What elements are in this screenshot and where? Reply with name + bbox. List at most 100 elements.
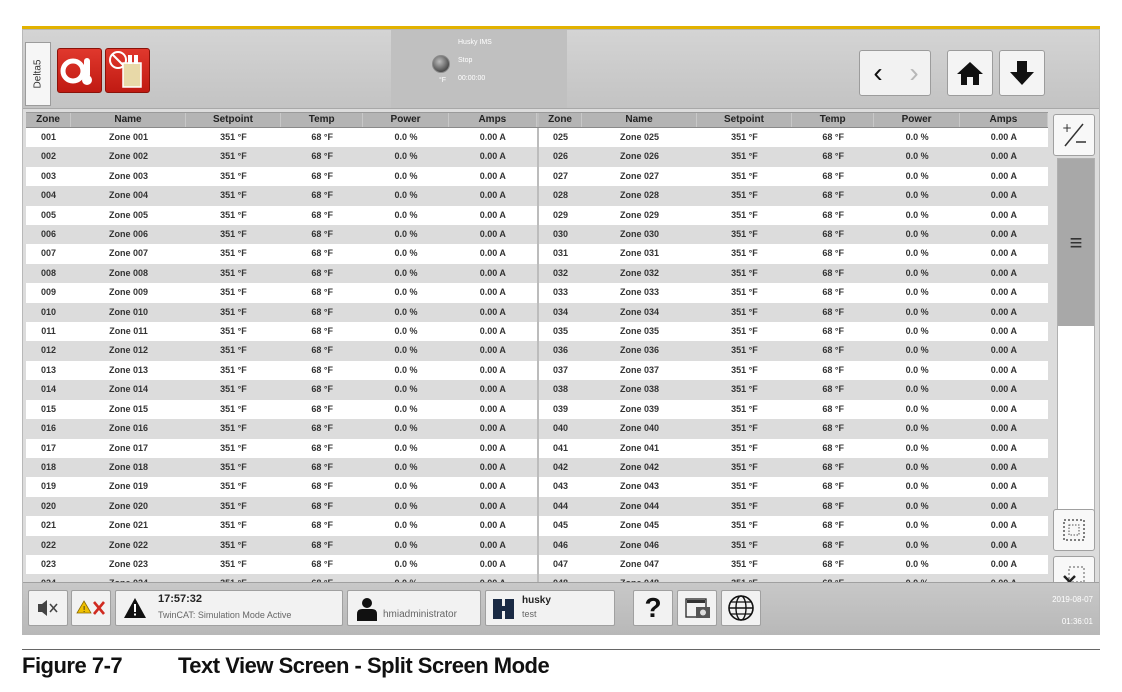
table-row[interactable]: 007 Zone 007 351 °F 68 °F 0.0 % 0.00 A 031 Zone…	[26, 244, 1048, 264]
cell-power: 0.0 %	[394, 500, 418, 511]
user-login-button[interactable]: hmiadministrator	[347, 590, 481, 626]
cell-name: Zone 001	[108, 132, 148, 142]
table-row[interactable]: 022 Zone 022 351 °F 68 °F 0.0 % 0.00 A 046 Zone…	[26, 535, 1048, 555]
cell-temp: 68 °F	[822, 558, 845, 569]
heats-alarm-button[interactable]	[57, 48, 102, 93]
cell-name: Zone 016	[108, 423, 148, 434]
cell-temp: 68 °F	[311, 403, 333, 414]
table-row[interactable]: 011 Zone 011 351 °F 68 °F 0.0 % 0.00 A 035 Zone…	[26, 322, 1048, 342]
grip-lines-icon: ≡	[1069, 229, 1083, 255]
home-button[interactable]	[947, 50, 993, 96]
table-row[interactable]: 018 Zone 018 351 °F 68 °F 0.0 % 0.00 A 042 Zone…	[26, 457, 1048, 478]
cell-setpoint: 351 °F	[220, 558, 247, 569]
right-tool-panel: + ≡	[1053, 112, 1097, 598]
cell-zone: 013	[41, 364, 57, 375]
cell-zone: 046	[536, 535, 582, 555]
cell-zone: 033	[536, 283, 582, 303]
footer-bar: ! 17:57:32 TwinCAT: Simulation Mode Acti…	[23, 582, 1099, 635]
alarm-banner[interactable]: 17:57:32 TwinCAT: Simulation Mode Active	[115, 590, 343, 626]
clear-alarms-button[interactable]: !	[71, 590, 111, 626]
cell-setpoint: 351 °F	[731, 190, 758, 201]
table-row[interactable]: 020 Zone 020 351 °F 68 °F 0.0 % 0.00 A 044 Zone…	[26, 496, 1048, 517]
table-row[interactable]: 001 Zone 001 351 °F 68 °F 0.0 % 0.00 A 025 Zone…	[26, 128, 1048, 148]
table-row[interactable]: 003 Zone 003 351 °F 68 °F 0.0 % 0.00 A 027 Zone…	[26, 166, 1048, 187]
screenshot-button[interactable]	[677, 590, 717, 626]
table-row[interactable]: 023 Zone 023 351 °F 68 °F 0.0 % 0.00 A 047 Zone…	[26, 554, 1048, 575]
table-row[interactable]: 021 Zone 021 351 °F 68 °F 0.0 % 0.00 A 045 Zone…	[26, 516, 1048, 536]
cell-setpoint: 351 °F	[731, 248, 758, 259]
table-row[interactable]: 017 Zone 017 351 °F 68 °F 0.0 % 0.00 A 041 Zone…	[26, 438, 1048, 458]
alarm-clear-icon: !	[76, 600, 105, 615]
forward-button[interactable]: ›	[896, 51, 932, 95]
setpoint-adjust-button[interactable]: +	[1053, 114, 1095, 156]
table-scrollbar[interactable]: ≡	[1057, 158, 1095, 548]
table-row[interactable]: 019 Zone 019 351 °F 68 °F 0.0 % 0.00 A 043 Zone…	[26, 477, 1048, 497]
select-all-button[interactable]	[1053, 509, 1095, 551]
table-row[interactable]: 004 Zone 004 351 °F 68 °F 0.0 % 0.00 A 028 Zone…	[26, 186, 1048, 206]
table-row[interactable]: 008 Zone 008 351 °F 68 °F 0.0 % 0.00 A 032 Zone…	[26, 263, 1048, 284]
cell-amps: 0.00 A	[990, 364, 1017, 375]
table-row[interactable]: 009 Zone 009 351 °F 68 °F 0.0 % 0.00 A 033 Zone…	[26, 283, 1048, 303]
table-row[interactable]: 013 Zone 013 351 °F 68 °F 0.0 % 0.00 A 037 Zone…	[26, 360, 1048, 381]
machine-tab[interactable]: Delta5	[25, 42, 51, 106]
cell-zone: 042	[536, 457, 582, 478]
column-header-power[interactable]: Power	[363, 113, 449, 127]
column-header-power[interactable]: Power	[874, 113, 960, 127]
cell-setpoint: 351 °F	[731, 345, 758, 356]
grid-select-icon	[1063, 519, 1085, 541]
cell-amps: 0.00 A	[479, 287, 506, 298]
table-row[interactable]: 002 Zone 002 351 °F 68 °F 0.0 % 0.00 A 026 Zone…	[26, 147, 1048, 167]
column-header-name[interactable]: Name	[582, 113, 697, 127]
help-button[interactable]: ?	[633, 590, 673, 626]
cell-name: Zone 041	[620, 442, 660, 453]
table-row[interactable]: 006 Zone 006 351 °F 68 °F 0.0 % 0.00 A 030 Zone…	[26, 225, 1048, 245]
cell-temp: 68 °F	[311, 229, 333, 240]
column-header-zone[interactable]: Zone	[26, 113, 72, 127]
cell-amps: 0.00 A	[479, 403, 506, 414]
cell-zone: 035	[536, 322, 582, 342]
cell-power: 0.0 %	[394, 481, 418, 492]
cell-power: 0.0 %	[394, 209, 418, 220]
svg-text:!: !	[83, 605, 86, 614]
cell-power: 0.0 %	[394, 403, 418, 414]
cell-power: 0.0 %	[905, 229, 929, 240]
mold-setup-button[interactable]: husky test	[485, 590, 615, 626]
column-header-setpoint[interactable]: Setpoint	[186, 113, 281, 127]
user-icon	[357, 598, 377, 621]
column-header-zone[interactable]: Zone	[536, 113, 583, 127]
language-button[interactable]	[721, 590, 761, 626]
cell-name: Zone 008	[108, 267, 148, 278]
column-header-amps[interactable]: Amps	[449, 113, 537, 127]
mold-icon	[493, 599, 514, 619]
scrollbar-thumb[interactable]: ≡	[1058, 159, 1094, 326]
table-row[interactable]: 005 Zone 005 351 °F 68 °F 0.0 % 0.00 A 029 Zone…	[26, 205, 1048, 226]
table-row[interactable]: 015 Zone 015 351 °F 68 °F 0.0 % 0.00 A 039 Zone…	[26, 399, 1048, 420]
back-button[interactable]: ‹	[860, 51, 896, 95]
figure-title: Text View Screen - Split Screen Mode	[178, 653, 550, 678]
mute-button[interactable]	[28, 590, 68, 626]
cell-zone: 041	[536, 438, 582, 458]
table-row[interactable]: 012 Zone 012 351 °F 68 °F 0.0 % 0.00 A 036 Zone…	[26, 341, 1048, 361]
heaters-off-button[interactable]	[105, 48, 150, 93]
table-row[interactable]: 016 Zone 016 351 °F 68 °F 0.0 % 0.00 A 040 Zone…	[26, 419, 1048, 439]
cell-name: Zone 043	[620, 481, 660, 492]
column-header-temp[interactable]: Temp	[281, 113, 364, 127]
cell-amps: 0.00 A	[990, 481, 1017, 492]
column-header-amps[interactable]: Amps	[960, 113, 1048, 127]
hmi-window: Delta5 °F Husky IMS Stop 00:00:00 ‹ › Zo…	[22, 29, 1100, 635]
column-header-setpoint[interactable]: Setpoint	[697, 113, 793, 127]
cell-name: Zone 010	[108, 306, 148, 317]
cell-setpoint: 351 °F	[220, 539, 247, 550]
download-button[interactable]	[999, 50, 1045, 96]
column-header-name[interactable]: Name	[71, 113, 186, 127]
alarm-message: TwinCAT: Simulation Mode Active	[158, 610, 292, 620]
cell-setpoint: 351 °F	[220, 442, 247, 453]
cell-name: Zone 014	[108, 384, 148, 395]
cell-temp: 68 °F	[311, 306, 333, 317]
table-row[interactable]: 014 Zone 014 351 °F 68 °F 0.0 % 0.00 A 038 Zone…	[26, 380, 1048, 400]
table-header-row: Zone Name Setpoint Temp Power Amps Zone Name Set…	[26, 112, 1048, 128]
help-icon: ?	[644, 592, 662, 623]
column-header-temp[interactable]: Temp	[792, 113, 875, 127]
cell-power: 0.0 %	[394, 442, 418, 453]
table-row[interactable]: 010 Zone 010 351 °F 68 °F 0.0 % 0.00 A 034 Zone…	[26, 302, 1048, 323]
